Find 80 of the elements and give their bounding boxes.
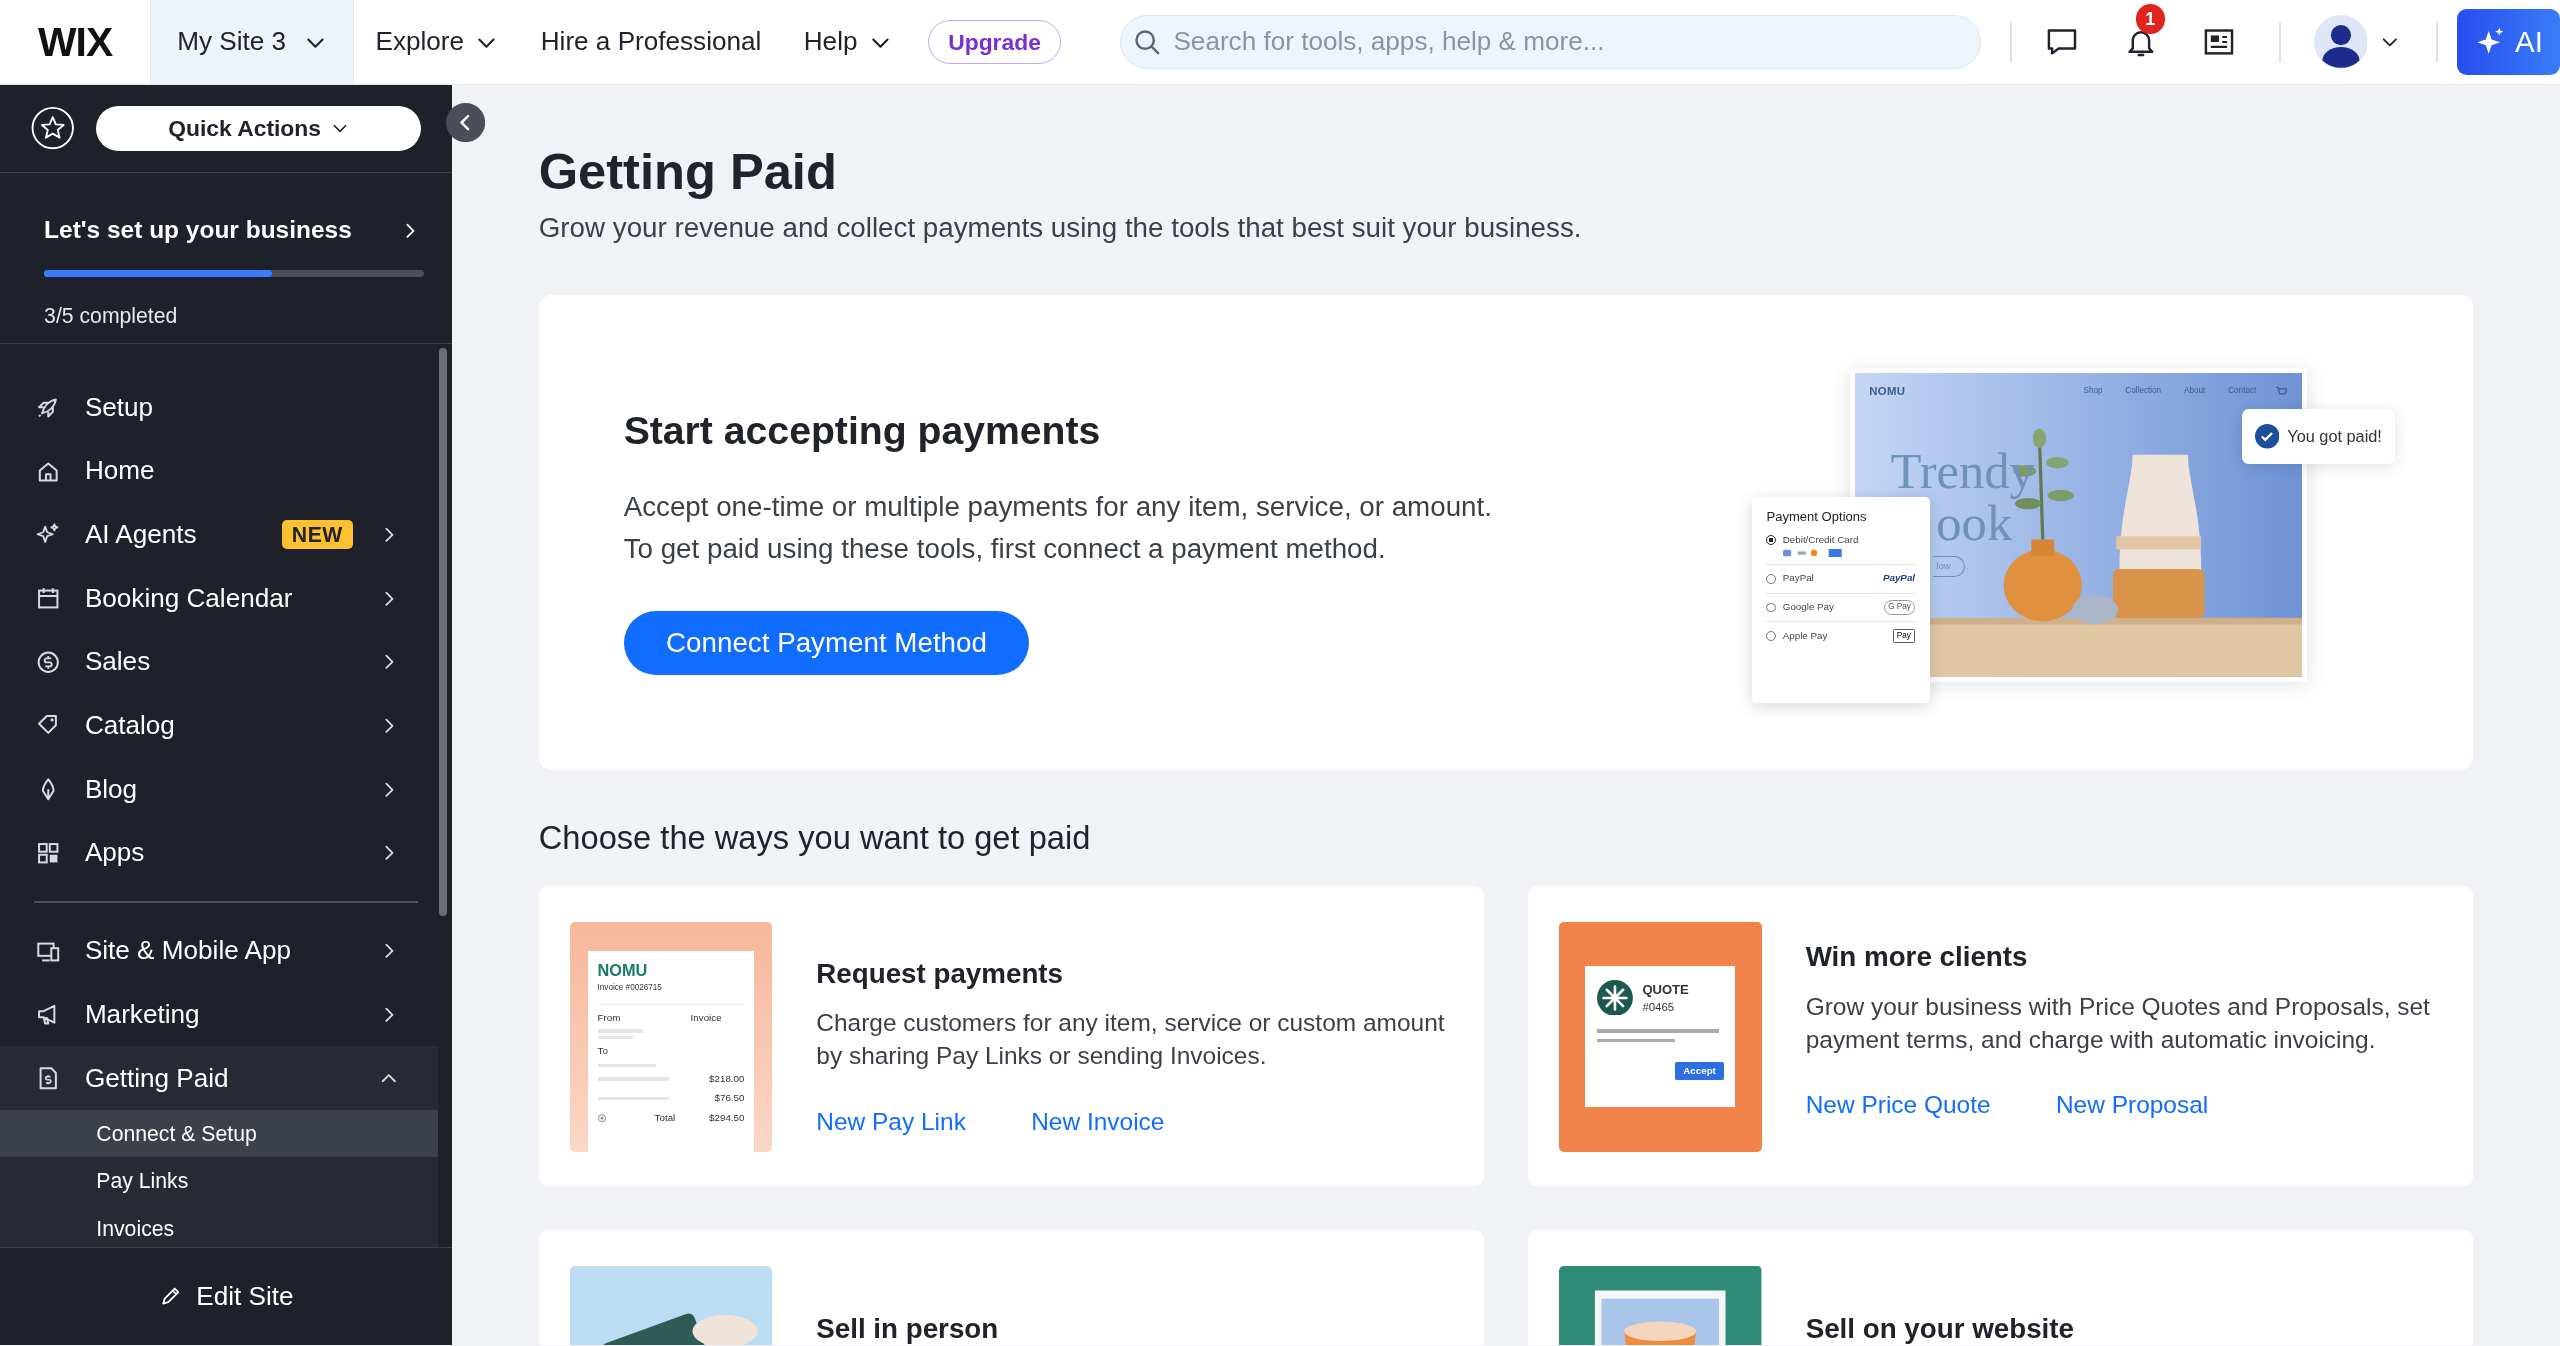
menu-link[interactable]: Hire a Professional bbox=[540, 22, 762, 62]
nav-item[interactable]: AI Agents NEW bbox=[0, 502, 438, 567]
mockup-headline: ook bbox=[1936, 497, 2013, 550]
site-selector[interactable]: My Site 3 bbox=[150, 0, 355, 85]
plus-icon bbox=[597, 1114, 606, 1123]
section-title: Choose the ways you want to get paid bbox=[538, 817, 1092, 858]
mockup-logo: NOMU bbox=[1869, 383, 1906, 399]
invoice-logo: NOMU bbox=[597, 962, 649, 979]
card-link[interactable]: New Invoice bbox=[1031, 1103, 1165, 1141]
quote-title: QUOTE bbox=[1642, 980, 1689, 999]
page-title: Getting Paid bbox=[538, 141, 838, 202]
dollar-icon bbox=[35, 649, 61, 675]
flower-icon bbox=[1596, 979, 1633, 1016]
nav-item[interactable]: Marketing bbox=[0, 982, 438, 1047]
radio-button[interactable] bbox=[1766, 573, 1777, 584]
card-title: Sell on your website bbox=[1805, 1312, 2074, 1346]
search-field[interactable]: Search for tools, apps, help & more... bbox=[1120, 15, 1981, 69]
radio-button[interactable] bbox=[1766, 631, 1777, 642]
invoice-label: From bbox=[597, 1011, 621, 1026]
submenu-item[interactable]: Connect & Setup bbox=[0, 1110, 438, 1158]
ai-button[interactable]: AI bbox=[2457, 9, 2560, 75]
new-badge: NEW bbox=[282, 519, 353, 550]
connect-payment-button[interactable]: Connect Payment Method bbox=[623, 611, 1030, 676]
nav-item[interactable]: Site & Mobile App bbox=[0, 919, 438, 983]
invoice-amount: $76.50 bbox=[714, 1091, 745, 1106]
avatar-icon bbox=[2313, 15, 2368, 69]
menu-dropdown[interactable]: Explore bbox=[375, 22, 499, 62]
page-subtitle: Grow your revenue and collect payments using the tools that best suit your business. bbox=[538, 211, 1583, 246]
nav-item[interactable]: Home bbox=[0, 439, 438, 503]
payment-option-label: Debit/Credit Card bbox=[1782, 533, 1860, 547]
hero-text: To get paid using these tools, first connect a payment method. bbox=[623, 532, 1387, 567]
nav-item[interactable]: Getting Paid bbox=[0, 1046, 438, 1111]
notification-badge: 1 bbox=[2135, 4, 2166, 34]
submenu-item[interactable]: Pay Links bbox=[0, 1157, 438, 1205]
payment-option-label: PayPal bbox=[1782, 571, 1815, 586]
card-description: Charge customers for any item, service or custom amount by sharing Pay Links or sending Invoices. bbox=[816, 1008, 1446, 1071]
nav-item[interactable]: Catalog bbox=[0, 693, 438, 758]
nav-item[interactable]: Sales bbox=[0, 630, 438, 694]
progress-text: 3/5 completed bbox=[44, 302, 179, 330]
card-link[interactable]: New Pay Link bbox=[816, 1103, 966, 1141]
payment-option-label: Google Pay bbox=[1782, 600, 1835, 615]
quote-number: #0465 bbox=[1642, 1000, 1676, 1016]
invoice-label: To bbox=[597, 1044, 609, 1059]
nav-item[interactable]: Blog bbox=[0, 757, 438, 822]
card-link[interactable]: New Proposal bbox=[2055, 1087, 2209, 1124]
nav-item[interactable]: Setup bbox=[0, 375, 438, 440]
invoice-label: Invoice bbox=[690, 1011, 722, 1026]
payment-logo: PayPal bbox=[1882, 571, 1916, 586]
payment-option-label: Apple Pay bbox=[1782, 628, 1829, 643]
setup-progress-link[interactable]: Let's set up your business bbox=[44, 212, 420, 249]
card-logos-icon bbox=[1782, 549, 1842, 558]
card-title: Request payments bbox=[816, 956, 1065, 991]
cart-icon bbox=[2275, 385, 2288, 398]
menu-dropdown[interactable]: Help bbox=[803, 22, 892, 62]
collapse-icon[interactable] bbox=[445, 102, 485, 142]
payment-options-title: Payment Options bbox=[1766, 507, 1868, 526]
invoice-total-label: Total bbox=[654, 1110, 676, 1125]
card-description: Grow your business with Price Quotes and Proposals, set payment terms, and charge with automatic invoicing. bbox=[1805, 991, 2431, 1055]
grid-icon bbox=[35, 840, 61, 866]
mockup-headline: Trendy bbox=[1890, 444, 2035, 498]
nav-item[interactable]: Apps bbox=[0, 821, 438, 885]
wix-logo[interactable]: WIX bbox=[0, 21, 151, 63]
search-icon bbox=[1133, 28, 1161, 56]
invoice-total: $294.50 bbox=[709, 1110, 745, 1125]
card-link[interactable]: New Price Quote bbox=[1805, 1087, 1991, 1124]
card-title: Sell in person bbox=[816, 1312, 999, 1346]
invoice-amount: $218.00 bbox=[709, 1071, 745, 1086]
submenu-item[interactable]: Invoices bbox=[0, 1204, 438, 1248]
hero-text: Accept one-time or multiple payments for any item, service, or amount. bbox=[623, 489, 1492, 524]
calendar-icon bbox=[35, 586, 61, 611]
payment-toast: You got paid! bbox=[2241, 408, 2395, 465]
hero-title: Start accepting payments bbox=[623, 408, 1102, 455]
nav-item[interactable]: Booking Calendar bbox=[0, 566, 438, 631]
scrollbar[interactable] bbox=[439, 347, 448, 916]
radio-button[interactable] bbox=[1766, 535, 1777, 546]
edit-site-button[interactable]: Edit Site bbox=[158, 1277, 294, 1317]
card-title: Win more clients bbox=[1805, 940, 2029, 975]
quick-actions-button[interactable]: Quick Actions bbox=[95, 106, 422, 151]
radio-button[interactable] bbox=[1766, 602, 1777, 613]
check-icon bbox=[2254, 424, 2280, 449]
